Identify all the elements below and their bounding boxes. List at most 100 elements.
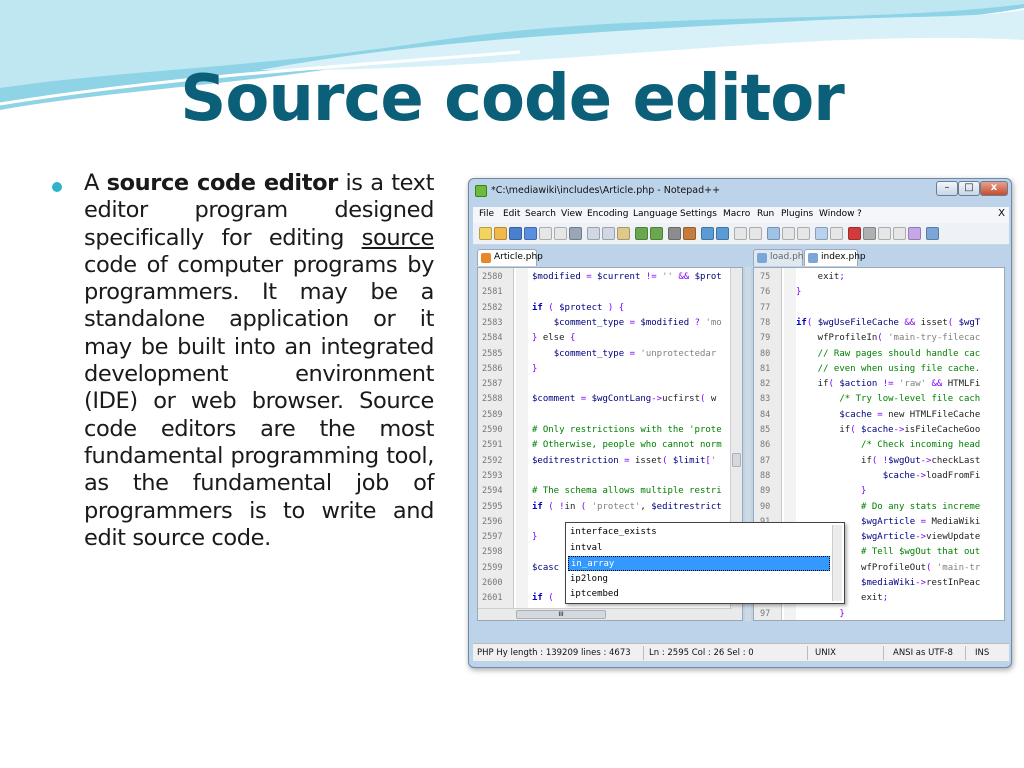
code-line[interactable]: 2584} else {	[478, 331, 742, 346]
code-line[interactable]: 2582 if ( $protect ) {	[478, 301, 742, 316]
autocomplete-item[interactable]: interface_exists	[568, 525, 830, 540]
autocomplete-scrollbar[interactable]	[832, 525, 842, 601]
print-icon[interactable]	[569, 227, 582, 240]
code-line[interactable]: 83 /* Try low-level file cach	[754, 392, 1004, 407]
code-text: // even when using file cache.	[796, 363, 981, 374]
replace-icon[interactable]	[683, 227, 696, 240]
code-line[interactable]: 2594 # The schema allows multiple restri	[478, 484, 742, 499]
code-text: }	[532, 532, 538, 543]
code-line[interactable]: 2593	[478, 469, 742, 484]
line-number: 88	[760, 470, 771, 481]
tab-load-php[interactable]: load.php	[753, 249, 809, 266]
code-line[interactable]: 86 /* Check incoming head	[754, 438, 1004, 453]
code-line[interactable]: 79 wfProfileIn( 'main-try-filecac	[754, 331, 1004, 346]
doc-map-icon[interactable]	[830, 227, 843, 240]
save-icon[interactable]	[509, 227, 522, 240]
menu-edit[interactable]: Edit	[503, 209, 520, 219]
code-line[interactable]: 2585 $comment_type = 'unprotectedar	[478, 347, 742, 362]
code-line[interactable]: 2586}	[478, 362, 742, 377]
code-line[interactable]: 80 // Raw pages should handle cac	[754, 347, 1004, 362]
code-line[interactable]: 75 exit;	[754, 270, 1004, 285]
autocomplete-item[interactable]: intval	[568, 541, 830, 556]
code-line[interactable]: 2590 # Only restrictions with the 'prote	[478, 423, 742, 438]
menu-encoding[interactable]: Encoding	[587, 209, 628, 219]
show-all-chars-icon[interactable]	[782, 227, 795, 240]
function-list-icon[interactable]	[926, 227, 939, 240]
zoom-in-icon[interactable]	[701, 227, 714, 240]
paste-icon[interactable]	[617, 227, 630, 240]
sync-scroll-h-icon[interactable]	[749, 227, 762, 240]
save-macro-icon[interactable]	[908, 227, 921, 240]
code-text: # Only restrictions with the 'prote	[532, 425, 722, 435]
menu-window[interactable]: Window	[819, 209, 855, 219]
menu-run[interactable]: Run	[757, 209, 774, 219]
close-all-icon[interactable]	[554, 227, 567, 240]
copy-icon[interactable]	[602, 227, 615, 240]
maximize-button[interactable]: □	[958, 181, 980, 196]
code-line[interactable]: 82 if( $action != 'raw' && HTMLFi	[754, 377, 1004, 392]
code-line[interactable]: 2583 $comment_type = $modified ? 'mo	[478, 316, 742, 331]
menu-help[interactable]: ?	[857, 209, 862, 219]
word-wrap-icon[interactable]	[767, 227, 780, 240]
sync-scroll-v-icon[interactable]	[734, 227, 747, 240]
autocomplete-item[interactable]: ip2long	[568, 572, 830, 587]
code-line[interactable]: 85 if( $cache->isFileCacheGoo	[754, 423, 1004, 438]
play-macro-icon[interactable]	[878, 227, 891, 240]
close-file-icon[interactable]	[539, 227, 552, 240]
code-line[interactable]: 77	[754, 301, 1004, 316]
code-line[interactable]: 78 if( $wgUseFileCache && isset( $wgT	[754, 316, 1004, 331]
menu-search[interactable]: Search	[525, 209, 556, 219]
new-file-icon[interactable]	[479, 227, 492, 240]
code-text: $comment_type = 'unprotectedar	[553, 348, 717, 359]
record-macro-icon[interactable]	[848, 227, 861, 240]
code-line[interactable]: 2588 $comment = $wgContLang->ucfirst( w	[478, 392, 742, 407]
code-line[interactable]: 88 $cache->loadFromFi	[754, 469, 1004, 484]
autocomplete-item[interactable]: iptcembed	[568, 587, 830, 602]
minimize-button[interactable]: –	[936, 181, 958, 196]
code-line[interactable]: 2580 $modified = $current != '' && $prot	[478, 270, 742, 285]
code-line[interactable]: 2581	[478, 285, 742, 300]
code-line[interactable]: 87 if( !$wgOut->checkLast	[754, 454, 1004, 469]
zoom-out-icon[interactable]	[716, 227, 729, 240]
menu-language[interactable]: Language	[633, 209, 677, 219]
menu-plugins[interactable]: Plugins	[781, 209, 813, 219]
tab-index-php[interactable]: index.php	[804, 249, 866, 266]
code-line[interactable]: 2589	[478, 408, 742, 423]
scroll-thumb[interactable]	[732, 453, 741, 467]
code-line[interactable]: 2587	[478, 377, 742, 392]
code-line[interactable]: 2592 $editrestriction = isset( $limit['	[478, 454, 742, 469]
tab-article-php[interactable]: Article.php	[477, 249, 543, 266]
close-document-icon[interactable]: X	[998, 208, 1005, 219]
window-titlebar[interactable]: *C:\mediawiki\includes\Article.php - Not…	[469, 179, 1011, 203]
menu-file[interactable]: File	[479, 209, 494, 219]
menu-view[interactable]: View	[561, 209, 582, 219]
language-icon[interactable]	[815, 227, 828, 240]
open-file-icon[interactable]	[494, 227, 507, 240]
autocomplete-item[interactable]: in_array	[568, 556, 830, 571]
source-link[interactable]: source	[362, 225, 435, 251]
code-line[interactable]: 2595 if ( !in ( 'protect', $editrestrict	[478, 500, 742, 515]
close-button[interactable]: x	[980, 181, 1008, 196]
code-line[interactable]: 84 $cache = new HTMLFileCache	[754, 408, 1004, 423]
horizontal-scrollbar[interactable]: III	[478, 608, 732, 620]
code-line[interactable]: 90 # Do any stats increme	[754, 500, 1004, 515]
code-line[interactable]: 81 // even when using file cache.	[754, 362, 1004, 377]
redo-icon[interactable]	[650, 227, 663, 240]
stop-macro-icon[interactable]	[863, 227, 876, 240]
saved-file-icon	[757, 253, 767, 263]
code-line[interactable]: 97 }	[754, 607, 1004, 620]
undo-icon[interactable]	[635, 227, 648, 240]
code-line[interactable]: 2591 # Otherwise, people who cannot norm	[478, 438, 742, 453]
menu-macro[interactable]: Macro	[723, 209, 750, 219]
cut-icon[interactable]	[587, 227, 600, 240]
status-eol: UNIX	[815, 648, 836, 658]
find-icon[interactable]	[668, 227, 681, 240]
code-line[interactable]: 89 }	[754, 484, 1004, 499]
menu-settings[interactable]: Settings	[680, 209, 717, 219]
indent-guide-icon[interactable]	[797, 227, 810, 240]
line-number: 87	[760, 455, 771, 466]
code-line[interactable]: 76}	[754, 285, 1004, 300]
scroll-thumb[interactable]: III	[516, 610, 606, 619]
play-multiple-icon[interactable]	[893, 227, 906, 240]
save-all-icon[interactable]	[524, 227, 537, 240]
